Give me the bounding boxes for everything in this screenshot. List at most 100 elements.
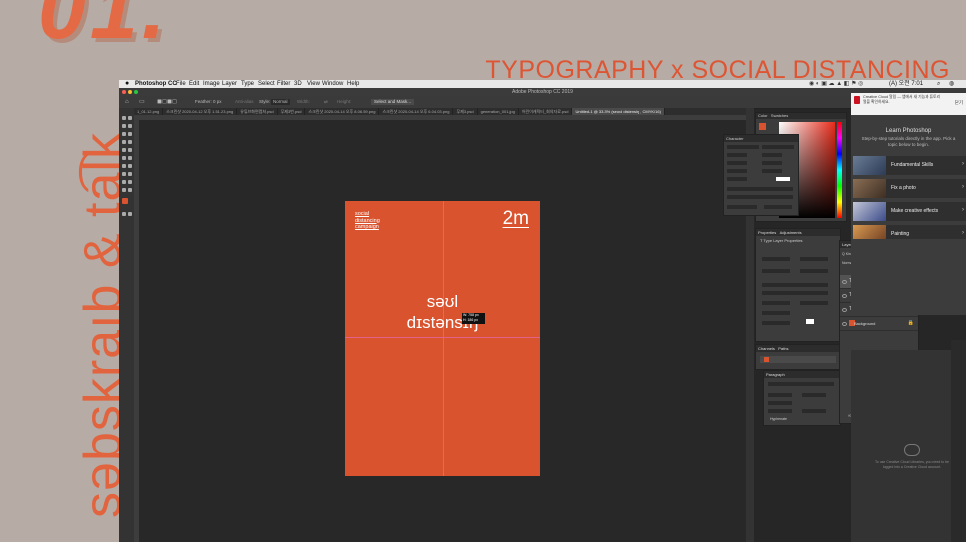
guide-horizontal[interactable] <box>345 337 540 338</box>
doc-tab[interactable]: 스크린샷 2020-04-14 오후 6.04.03.png <box>379 108 454 115</box>
hyphenate-checkbox[interactable]: Hyphenate <box>770 417 787 421</box>
tracking-field[interactable] <box>762 161 782 165</box>
menu-layer[interactable]: Layer <box>222 80 237 88</box>
horizontal-scale-field[interactable] <box>762 169 782 173</box>
font-style-field[interactable] <box>762 145 794 149</box>
poster-campaign-text[interactable]: social distancing campaign <box>355 211 380 231</box>
doc-tab[interactable]: 스크린샷 2020-04-14 오후 8.06.59.png <box>305 108 380 115</box>
home-icon[interactable]: ⌂ <box>125 99 129 105</box>
healing-brush-icon[interactable] <box>122 140 126 144</box>
opentype-buttons[interactable] <box>727 195 793 199</box>
pen-tool-icon[interactable] <box>122 172 126 176</box>
layer-row[interactable]: Background 🔒 <box>840 317 918 331</box>
tab-paths[interactable]: Paths <box>778 346 788 351</box>
width-field[interactable] <box>762 257 790 261</box>
swap-icon[interactable]: ⇄ <box>324 99 328 105</box>
lasso-tool-icon[interactable] <box>122 124 126 128</box>
move-tool-icon[interactable] <box>122 116 126 120</box>
close-window-button[interactable] <box>122 90 126 94</box>
doc-tab[interactable]: 유튜브화면캡쳐.psd <box>237 108 278 115</box>
tab-color[interactable]: Color <box>758 113 768 118</box>
path-select-icon[interactable] <box>122 180 126 184</box>
eye-icon[interactable] <box>842 322 847 326</box>
gradient-tool-icon[interactable] <box>128 156 132 160</box>
menu-file[interactable]: File <box>176 80 186 88</box>
marquee-icon[interactable] <box>128 116 132 120</box>
baseline-field[interactable] <box>727 177 747 181</box>
poster-main-text[interactable]: səʊl dɪstənsɪŋ <box>345 291 540 333</box>
menu-view[interactable]: View <box>307 80 320 88</box>
dodge-tool-icon[interactable] <box>128 164 132 168</box>
guide-vertical[interactable] <box>443 201 444 476</box>
align-buttons[interactable] <box>768 382 834 386</box>
poster-2m-label[interactable]: 2m <box>503 208 529 230</box>
tab-channels[interactable]: Channels <box>758 346 775 351</box>
eye-icon[interactable] <box>842 294 847 298</box>
menu-edit[interactable]: Edit <box>189 80 199 88</box>
menu-type[interactable]: Type <box>241 80 254 88</box>
screen-mode-icon[interactable] <box>128 212 132 216</box>
prop-color-swatch[interactable] <box>806 319 814 324</box>
x-field[interactable] <box>762 269 790 273</box>
language-select[interactable] <box>727 205 757 209</box>
menu-window[interactable]: Window <box>322 80 343 88</box>
menu-help[interactable]: Help <box>347 80 359 88</box>
history-brush-icon[interactable] <box>128 148 132 152</box>
minimize-window-button[interactable] <box>128 90 132 94</box>
space-before-field[interactable] <box>768 409 792 413</box>
doc-tab-active[interactable]: Untitled-1 @ 33.3% (seoʊl distensiŋ , CM… <box>572 108 665 115</box>
hand-tool-icon[interactable] <box>122 188 126 192</box>
prop-style-buttons[interactable] <box>762 321 790 325</box>
learn-card-creative-effects[interactable]: Make creative effects › <box>853 202 966 221</box>
tab-adjustments[interactable]: Adjustments <box>780 230 802 235</box>
type-style-buttons[interactable] <box>727 187 793 191</box>
menu-select[interactable]: Select <box>258 80 275 88</box>
quick-mask-icon[interactable] <box>122 212 126 216</box>
zoom-tool-icon[interactable] <box>128 188 132 192</box>
prop-font-family[interactable] <box>762 283 828 287</box>
eye-icon[interactable] <box>842 280 847 284</box>
learn-card-painting[interactable]: Painting › <box>853 225 966 239</box>
style-select[interactable]: Normal <box>271 99 290 105</box>
crop-tool-icon[interactable] <box>122 132 126 136</box>
tab-properties[interactable]: Properties <box>758 230 776 235</box>
doc-tab[interactable]: 1_01.12.png <box>134 108 164 115</box>
menu-filter[interactable]: Filter <box>277 80 290 88</box>
layer-name[interactable]: Background <box>854 321 875 326</box>
menu-app[interactable]: Photoshop CC <box>135 80 177 88</box>
hue-slider[interactable] <box>837 122 842 218</box>
notification-close-button[interactable]: 닫기 <box>955 100 963 106</box>
siri-icon[interactable]: ◍ <box>949 80 954 88</box>
doc-tab[interactable]: 무제3.psd <box>453 108 478 115</box>
apple-icon[interactable]: ● <box>125 80 129 88</box>
doc-tab[interactable]: generation_001.jpg <box>478 108 519 115</box>
learn-card-fix-photo[interactable]: Fix a photo › <box>853 179 966 198</box>
height-field[interactable] <box>800 257 828 261</box>
magic-wand-icon[interactable] <box>128 124 132 128</box>
type-tool-icon[interactable] <box>128 172 132 176</box>
search-icon[interactable]: ⌕ <box>937 80 940 88</box>
channel-row[interactable] <box>760 356 836 363</box>
prop-font-style[interactable] <box>762 291 828 295</box>
leading-field[interactable] <box>762 153 782 157</box>
poster-artboard[interactable]: social distancing campaign 2m səʊl dɪstə… <box>345 201 540 476</box>
learn-card-fundamentals[interactable]: Fundamental Skills › <box>853 156 966 175</box>
foreground-color-swatch[interactable] <box>122 198 128 204</box>
selection-mode-icons[interactable]: ◼◻◼◻ <box>157 99 177 105</box>
font-family-field[interactable] <box>727 145 759 149</box>
doc-tab[interactable]: 스크린샷 2020-04-12 오후 1.51.23.png <box>163 108 238 115</box>
space-after-field[interactable] <box>802 409 826 413</box>
current-color-swatch[interactable] <box>759 123 766 130</box>
font-size-field[interactable] <box>727 153 747 157</box>
blur-tool-icon[interactable] <box>122 164 126 168</box>
zoom-window-button[interactable] <box>134 90 138 94</box>
select-and-mask-button[interactable]: Select and Mask... <box>371 99 415 105</box>
kerning-field[interactable] <box>727 161 747 165</box>
eyedropper-icon[interactable] <box>128 132 132 136</box>
anti-alias-checkbox[interactable]: Anti-alias <box>235 99 254 105</box>
y-field[interactable] <box>800 269 828 273</box>
eraser-tool-icon[interactable] <box>122 156 126 160</box>
vertical-scale-field[interactable] <box>727 169 747 173</box>
marquee-tool-icon[interactable]: ▭ <box>139 99 145 105</box>
feather-field[interactable]: Feather: 0 px <box>195 99 222 105</box>
